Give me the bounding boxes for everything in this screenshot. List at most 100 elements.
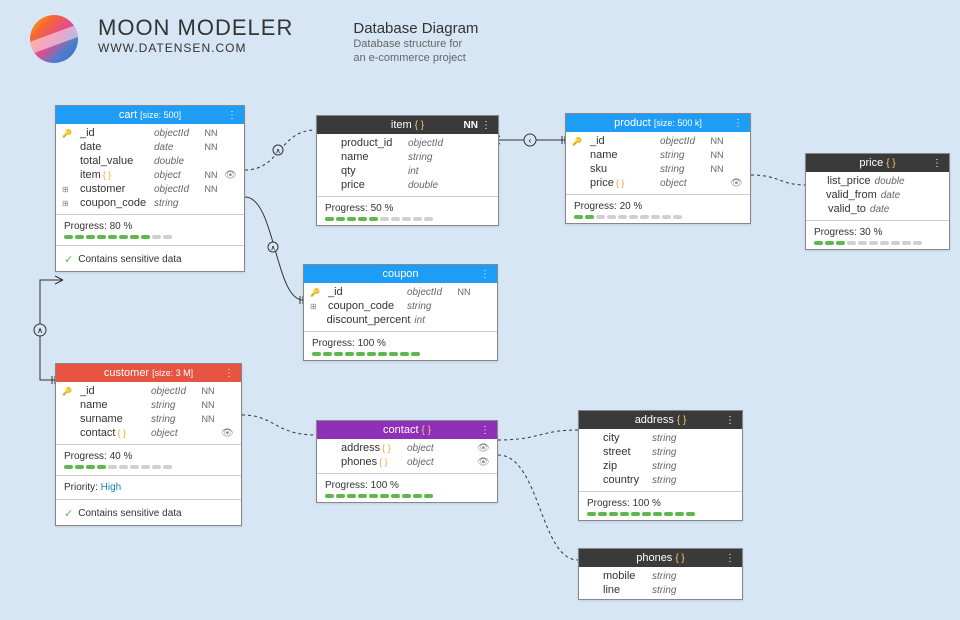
menu-icon[interactable]: ⋮ — [227, 110, 238, 121]
field-row[interactable]: valid_todate — [806, 202, 949, 216]
menu-icon[interactable]: ⋮ — [725, 553, 736, 564]
field-row[interactable]: linestring — [579, 583, 742, 597]
entity-phones[interactable]: phones{ }⋮ mobile stringlinestring — [578, 548, 743, 600]
field-name: country — [603, 474, 648, 486]
field-row[interactable]: contact{ }object👁 — [56, 426, 241, 440]
field-row[interactable]: phones{ }object👁 — [317, 455, 497, 469]
field-row[interactable]: datedateNN — [56, 140, 244, 154]
menu-icon[interactable]: ⋮ — [932, 158, 943, 169]
field-type: string — [652, 571, 696, 582]
field-name: street — [603, 446, 648, 458]
entity-address[interactable]: address{ }⋮ citystringstreetstringzipstr… — [578, 410, 743, 521]
key-icon: 🔑 — [310, 288, 324, 297]
field-row[interactable]: ⊞coupon_codestring — [56, 196, 244, 210]
field-name: price — [341, 179, 404, 191]
eye-icon: 👁 — [477, 457, 491, 468]
entity-price[interactable]: price{ }⋮ list_pricedoublevalid_fromdate… — [805, 153, 950, 250]
entity-cart[interactable]: cart[size: 500]⋮ 🔑_idobjectIdNNdatedateN… — [55, 105, 245, 272]
field-row[interactable]: countrystring — [579, 473, 742, 487]
entity-header[interactable]: item{ }NN⋮ — [317, 116, 498, 134]
field-name: surname — [80, 413, 147, 425]
field-name: zip — [603, 460, 648, 472]
field-type: objectId — [151, 386, 195, 397]
field-row[interactable]: 🔑_idobjectIdNN — [56, 126, 244, 140]
entity-coupon[interactable]: coupon⋮ 🔑_idobjectIdNN⊞coupon_codestring… — [303, 264, 498, 361]
diagram-canvas[interactable]: cart[size: 500]⋮ 🔑_idobjectIdNNdatedateN… — [0, 0, 960, 620]
field-name: discount_percent — [327, 314, 411, 326]
field-nn: NN — [708, 164, 726, 174]
field-type: object — [151, 428, 195, 439]
field-type: int — [408, 166, 452, 177]
field-name: name — [341, 151, 404, 163]
field-type: object — [154, 170, 198, 181]
field-row[interactable]: item{ }objectNN👁 — [56, 168, 244, 182]
field-row[interactable]: product_idobjectId — [317, 136, 498, 150]
field-name: _id — [80, 385, 147, 397]
menu-icon[interactable]: ⋮ — [224, 368, 235, 379]
field-row[interactable]: total_valuedouble — [56, 154, 244, 168]
key-icon: 🔑 — [572, 137, 586, 146]
entity-header[interactable]: product[size: 500 k]⋮ — [566, 114, 750, 132]
field-row[interactable]: pricedouble — [317, 178, 498, 192]
menu-icon[interactable]: ⋮ — [481, 120, 492, 131]
field-row[interactable]: discount_percentint — [304, 313, 497, 327]
menu-icon[interactable]: ⋮ — [725, 415, 736, 426]
entity-header[interactable]: coupon⋮ — [304, 265, 497, 283]
field-list: 🔑_idobjectIdNNnamestringNNsurnamestringN… — [56, 382, 241, 442]
field-row[interactable]: ⊞coupon_codestring — [304, 299, 497, 313]
entity-contact[interactable]: contact{ }⋮ address{ }object👁phones{ }ob… — [316, 420, 498, 503]
field-row[interactable]: zipstring — [579, 459, 742, 473]
entity-header[interactable]: contact{ }⋮ — [317, 421, 497, 439]
field-nn: NN — [199, 414, 217, 424]
menu-icon[interactable]: ⋮ — [480, 269, 491, 280]
field-row[interactable]: address{ }object👁 — [317, 441, 497, 455]
progress-block: Progress: 100 % — [304, 334, 497, 360]
field-row[interactable]: qtyint — [317, 164, 498, 178]
field-type: string — [660, 150, 704, 161]
field-row[interactable]: list_pricedouble — [806, 174, 949, 188]
ref-icon: ⊞ — [310, 302, 324, 311]
field-list: 🔑_idobjectIdNNdatedateNNtotal_valuedoubl… — [56, 124, 244, 212]
field-list: mobile stringlinestring — [579, 567, 742, 599]
field-name: price{ } — [590, 177, 656, 189]
field-row[interactable]: streetstring — [579, 445, 742, 459]
field-row[interactable]: mobile string — [579, 569, 742, 583]
progress-block: Progress: 80 % — [56, 217, 244, 243]
entity-header[interactable]: customer[size: 3 M]⋮ — [56, 364, 241, 382]
field-row[interactable]: 🔑_idobjectIdNN — [56, 384, 241, 398]
field-row[interactable]: 🔑_idobjectIdNN — [304, 285, 497, 299]
field-type: string — [154, 198, 198, 209]
field-type: string — [660, 164, 704, 175]
field-row[interactable]: citystring — [579, 431, 742, 445]
field-name: total_value — [80, 155, 150, 167]
progress-block: Progress: 20 % — [566, 197, 750, 223]
progress-block: Progress: 100 % — [579, 494, 742, 520]
field-row[interactable]: ⊞customerobjectIdNN — [56, 182, 244, 196]
field-row[interactable]: namestringNN — [566, 148, 750, 162]
field-row[interactable]: surnamestringNN — [56, 412, 241, 426]
field-name: address{ } — [341, 442, 403, 454]
field-name: city — [603, 432, 648, 444]
field-row[interactable]: valid_fromdate — [806, 188, 949, 202]
entity-header[interactable]: address{ }⋮ — [579, 411, 742, 429]
entity-item[interactable]: item{ }NN⋮ product_idobjectIdnamestringq… — [316, 115, 499, 226]
field-type: objectId — [154, 128, 198, 139]
entity-header[interactable]: price{ }⋮ — [806, 154, 949, 172]
entity-customer[interactable]: customer[size: 3 M]⋮ 🔑_idobjectIdNNnames… — [55, 363, 242, 526]
menu-icon[interactable]: ⋮ — [480, 425, 491, 436]
field-name: qty — [341, 165, 404, 177]
field-row[interactable]: namestringNN — [56, 398, 241, 412]
field-row[interactable]: price{ }object👁 — [566, 176, 750, 190]
field-name: mobile — [603, 570, 648, 582]
field-nn: NN — [708, 150, 726, 160]
menu-icon[interactable]: ⋮ — [733, 118, 744, 129]
field-row[interactable]: skustringNN — [566, 162, 750, 176]
key-icon: 🔑 — [62, 129, 76, 138]
entity-header[interactable]: phones{ }⋮ — [579, 549, 742, 567]
field-row[interactable]: namestring — [317, 150, 498, 164]
entity-header[interactable]: cart[size: 500]⋮ — [56, 106, 244, 124]
field-nn: NN — [202, 184, 220, 194]
field-row[interactable]: 🔑_idobjectIdNN — [566, 134, 750, 148]
field-type: objectId — [660, 136, 704, 147]
entity-product[interactable]: product[size: 500 k]⋮ 🔑_idobjectIdNNname… — [565, 113, 751, 224]
